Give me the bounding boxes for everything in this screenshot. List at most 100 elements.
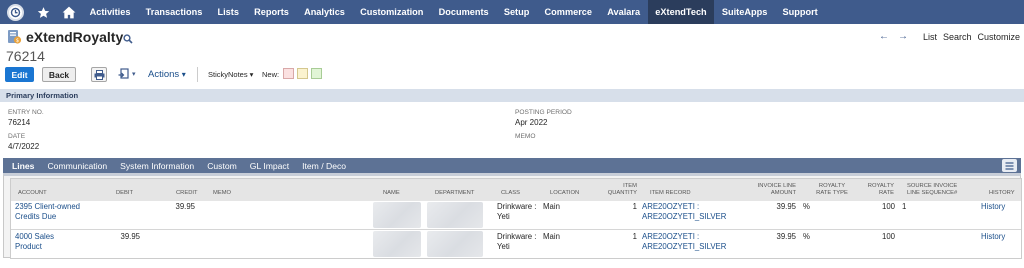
sticky-notes-menu[interactable]: StickyNotes ▾ <box>208 70 253 79</box>
table-row: 2395 Client-owned Credits Due 39.95 Drin… <box>11 201 1021 230</box>
nav-item-support[interactable]: Support <box>775 0 825 24</box>
history-link[interactable]: History <box>981 232 1005 242</box>
recent-records-icon[interactable] <box>0 0 30 24</box>
primary-information-header[interactable]: Primary Information <box>0 89 1024 102</box>
print-icon[interactable] <box>91 67 107 82</box>
arrow-right-icon[interactable]: → <box>898 31 908 42</box>
actions-label: Actions <box>148 69 180 80</box>
tab-custom[interactable]: Custom <box>207 161 237 171</box>
lines-table: ACCOUNT DEBIT CREDIT MEMO NAME DEPARTMEN… <box>10 178 1022 259</box>
debit-cell: 39.95 <box>120 232 140 241</box>
posting-period-value: Apr 2022 <box>515 118 548 127</box>
home-icon[interactable] <box>56 0 82 24</box>
memo-label: MEMO <box>515 133 536 140</box>
star-icon[interactable] <box>30 0 56 24</box>
nav-item-reports[interactable]: Reports <box>247 0 297 24</box>
page-title: eXtendRoyalty <box>26 29 124 45</box>
class-cell: Drinkware : Yeti <box>497 232 537 251</box>
col-debit[interactable]: DEBIT <box>116 190 133 197</box>
item-record-link[interactable]: ARE20OZYETI : ARE20OZYETI_SILVER <box>642 232 726 251</box>
lines-sublist: ACCOUNT DEBIT CREDIT MEMO NAME DEPARTMEN… <box>3 173 1022 259</box>
source-sequence-cell: 1 <box>902 202 907 211</box>
nav-menu: Activities Transactions Lists Reports An… <box>82 0 825 24</box>
item-quantity-cell: 1 <box>632 202 637 211</box>
top-navigation-bar: Activities Transactions Lists Reports An… <box>0 0 1024 24</box>
col-source-invoice-line-sequence[interactable]: SOURCE INVOICE LINE SEQUENCE# <box>907 183 965 197</box>
nav-item-analytics[interactable]: Analytics <box>296 0 352 24</box>
history-link[interactable]: History <box>981 202 1005 212</box>
tab-lines[interactable]: Lines <box>12 161 34 171</box>
toolbar-divider <box>197 67 198 82</box>
date-label: DATE <box>8 133 26 140</box>
col-credit[interactable]: CREDIT <box>176 190 198 197</box>
col-name[interactable]: NAME <box>383 190 400 197</box>
col-royalty-rate[interactable]: ROYALTY RATE <box>864 183 894 197</box>
department-redacted-image <box>427 202 483 228</box>
back-button[interactable]: Back <box>42 67 76 82</box>
chevron-down-icon: ▾ <box>132 71 136 78</box>
col-history[interactable]: HISTORY <box>989 190 1015 197</box>
name-redacted-image <box>373 231 421 257</box>
record-navigation: ← → List Search Customize <box>879 31 1020 42</box>
location-cell: Main <box>543 232 560 241</box>
location-cell: Main <box>543 202 560 211</box>
royalty-rate-type-cell: % <box>803 202 810 211</box>
arrow-left-icon[interactable]: ← <box>879 31 889 42</box>
nav-item-setup[interactable]: Setup <box>496 0 537 24</box>
posting-period-label: POSTING PERIOD <box>515 109 572 116</box>
edit-button[interactable]: Edit <box>5 67 34 82</box>
col-item-quantity[interactable]: ITEM QUANTITY <box>599 183 637 197</box>
account-link[interactable]: 2395 Client-owned Credits Due <box>15 202 81 221</box>
class-cell: Drinkware : Yeti <box>497 202 537 221</box>
search-icon[interactable] <box>123 31 133 49</box>
col-item-record[interactable]: ITEM RECORD <box>650 190 691 197</box>
record-type-icon: $ <box>7 29 22 50</box>
col-location[interactable]: LOCATION <box>550 190 579 197</box>
new-yellow-note-button[interactable] <box>297 68 308 79</box>
item-quantity-cell: 1 <box>632 232 637 241</box>
tab-system-information[interactable]: System Information <box>120 161 194 171</box>
nav-item-activities[interactable]: Activities <box>82 0 138 24</box>
col-invoice-line-amount[interactable]: INVOICE LINE AMOUNT <box>746 183 796 197</box>
actions-menu[interactable]: Actions ▾ <box>148 69 186 80</box>
nav-item-commerce[interactable]: Commerce <box>537 0 600 24</box>
tab-communication[interactable]: Communication <box>47 161 107 171</box>
col-department[interactable]: DEPARTMENT <box>435 190 474 197</box>
new-note-label: New: <box>262 70 280 79</box>
name-redacted-image <box>373 202 421 228</box>
tab-gl-impact[interactable]: GL Impact <box>250 161 289 171</box>
col-account[interactable]: ACCOUNT <box>18 190 47 197</box>
record-number: 76214 <box>6 48 45 64</box>
tab-item-deco[interactable]: Item / Deco <box>302 161 346 171</box>
table-row: 4000 Sales Product 39.95 Drinkware : Yet… <box>11 231 1021 260</box>
invoice-line-amount-cell: 39.95 <box>776 232 796 241</box>
credit-cell: 39.95 <box>175 202 195 211</box>
nav-item-documents[interactable]: Documents <box>431 0 496 24</box>
nav-item-extendtech[interactable]: eXtendTech <box>647 0 715 24</box>
nav-item-transactions[interactable]: Transactions <box>138 0 210 24</box>
royalty-rate-cell: 100 <box>881 202 895 211</box>
nav-item-suiteapps[interactable]: SuiteApps <box>714 0 775 24</box>
search-link[interactable]: Search <box>943 32 972 42</box>
account-link[interactable]: 4000 Sales Product <box>15 232 81 251</box>
col-memo[interactable]: MEMO <box>213 190 231 197</box>
entry-no-value: 76214 <box>8 118 31 127</box>
col-royalty-rate-type[interactable]: ROYALTY RATE TYPE <box>812 183 852 197</box>
table-header: ACCOUNT DEBIT CREDIT MEMO NAME DEPARTMEN… <box>11 179 1021 201</box>
svg-text:$: $ <box>16 38 19 44</box>
nav-item-lists[interactable]: Lists <box>210 0 247 24</box>
invoice-line-amount-cell: 39.95 <box>776 202 796 211</box>
nav-item-avalara[interactable]: Avalara <box>600 0 648 24</box>
new-pink-note-button[interactable] <box>283 68 294 79</box>
nav-item-customization[interactable]: Customization <box>353 0 431 24</box>
customize-link[interactable]: Customize <box>977 32 1020 42</box>
column-menu-icon[interactable] <box>1002 159 1017 172</box>
item-record-link[interactable]: ARE20OZYETI : ARE20OZYETI_SILVER <box>642 202 726 221</box>
new-green-note-button[interactable] <box>311 68 322 79</box>
col-class[interactable]: CLASS <box>501 190 520 197</box>
royalty-rate-type-cell: % <box>803 232 810 241</box>
actions-caret: ▾ <box>181 70 186 79</box>
new-from-menu[interactable]: ▾ <box>118 68 136 80</box>
royalty-rate-cell: 100 <box>881 232 895 241</box>
list-link[interactable]: List <box>923 32 937 42</box>
